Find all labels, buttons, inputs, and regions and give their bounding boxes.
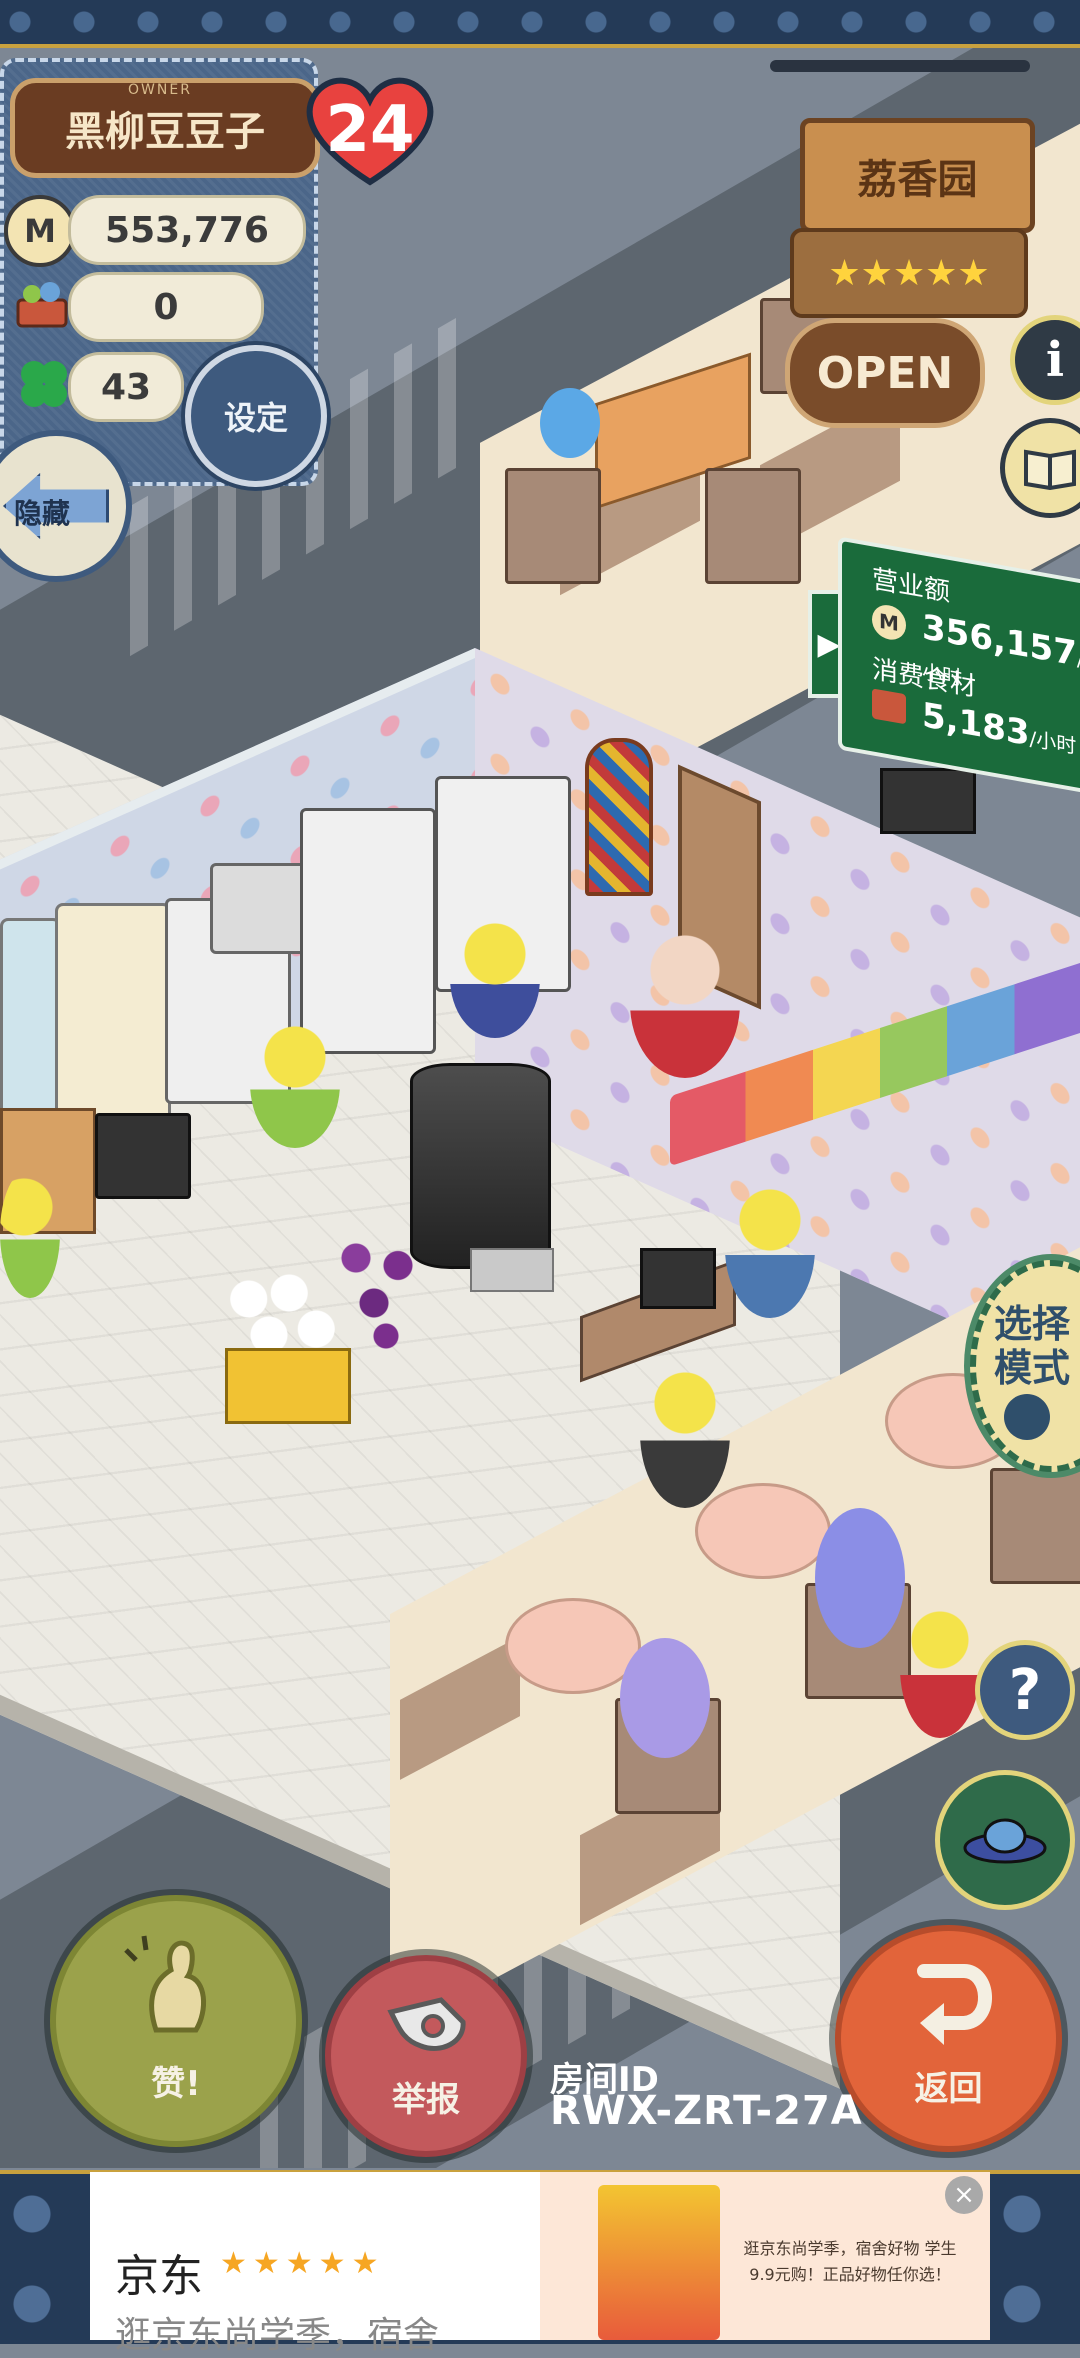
staff-character[interactable] [640, 1358, 730, 1508]
pot-stand [470, 1248, 554, 1292]
cash-register[interactable] [640, 1248, 716, 1309]
round-table[interactable] [505, 1598, 641, 1694]
food-unit: /小时 [1029, 726, 1077, 759]
thumbs-up-icon [124, 1935, 207, 2033]
ad-close-button[interactable]: × [945, 2176, 983, 2214]
dining-chair[interactable] [505, 468, 601, 584]
food-amount: 5,183 [922, 695, 1030, 755]
shop-name-sign[interactable]: 荔香园 [800, 118, 1035, 233]
owner-caption: OWNER [128, 82, 192, 98]
hide-label: 隐藏 [14, 497, 71, 530]
ingredient-basket-icon [10, 272, 74, 336]
bear-icon [1004, 1394, 1050, 1440]
star-icon: ★★★★★ [828, 252, 990, 294]
dining-chair[interactable] [705, 468, 801, 584]
staff-character[interactable] [900, 1598, 980, 1738]
dining-chair[interactable] [990, 1468, 1080, 1584]
customer-character[interactable] [620, 1638, 710, 1758]
back-label: 返回 [914, 2069, 983, 2109]
top-star-border [0, 0, 1080, 48]
revenue-label: 营业额 [872, 564, 951, 609]
ingredients-value: 0 [68, 272, 264, 342]
clover-icon [12, 352, 76, 416]
customer-character[interactable] [815, 1508, 905, 1648]
coin-symbol: M [24, 212, 56, 250]
open-status-sign: OPEN [785, 318, 985, 428]
ad-poster-image [598, 2185, 720, 2340]
question-icon: ? [1008, 1657, 1042, 1723]
stained-glass-window [585, 738, 653, 896]
like-label: 赞! [151, 2064, 201, 2104]
ingredient-basket-icon [872, 688, 906, 725]
coins-value: 553,776 [68, 195, 306, 265]
shop-rating: ★★★★★ [790, 228, 1028, 318]
likes-heart-badge: 24 [300, 70, 440, 190]
settings-label: 设定 [223, 399, 288, 437]
mode-label-line1: 选择 [994, 1302, 1071, 1346]
ad-description: 逛京东尚学季，宿舍好物 学生9.9元购！正品好物任你选！ [743, 2239, 957, 2284]
likes-count: 24 [325, 93, 415, 167]
sign-bracket [770, 60, 1030, 72]
coin-icon: M [872, 602, 906, 643]
mode-label-line2: 模式 [994, 1346, 1071, 1390]
report-label: 举报 [392, 2080, 460, 2120]
staff-character[interactable] [725, 1178, 815, 1318]
round-table[interactable] [695, 1483, 831, 1579]
return-arrow-icon [916, 1964, 992, 2045]
shop-name: 荔香园 [857, 156, 978, 203]
report-button[interactable]: 举报 [325, 1955, 527, 2157]
whistle-icon [387, 1997, 466, 2051]
book-icon [1024, 449, 1076, 490]
coin-icon: M [4, 195, 76, 267]
clovers-value: 43 [68, 352, 184, 422]
microwave[interactable] [95, 1113, 191, 1199]
staff-character[interactable] [0, 1168, 60, 1298]
close-icon: × [953, 2180, 975, 2210]
back-button[interactable]: 返回 [835, 1925, 1062, 2152]
like-button[interactable]: 赞! [50, 1895, 302, 2147]
staff-character[interactable] [250, 1018, 340, 1148]
oven-stove[interactable] [300, 808, 436, 1054]
customer-character[interactable] [540, 388, 600, 458]
help-button[interactable]: ? [975, 1640, 1075, 1740]
ufo-icon [963, 1818, 1047, 1864]
ad-subtitle: 逛京东尚学季，宿舍 [115, 2315, 440, 2356]
ad-brand: 京东 [115, 2251, 203, 2302]
info-icon: i [1045, 332, 1065, 388]
chef-character[interactable] [630, 928, 740, 1078]
cash-register[interactable] [880, 768, 976, 834]
ad-rating-stars: ★★★★★ [220, 2246, 385, 2281]
ufo-button[interactable] [935, 1770, 1075, 1910]
staff-character[interactable] [450, 918, 540, 1038]
dumpling-box [225, 1348, 351, 1424]
settings-button[interactable]: 设定 [185, 345, 327, 487]
room-id-value: RWX-ZRT-27A [550, 2088, 863, 2134]
